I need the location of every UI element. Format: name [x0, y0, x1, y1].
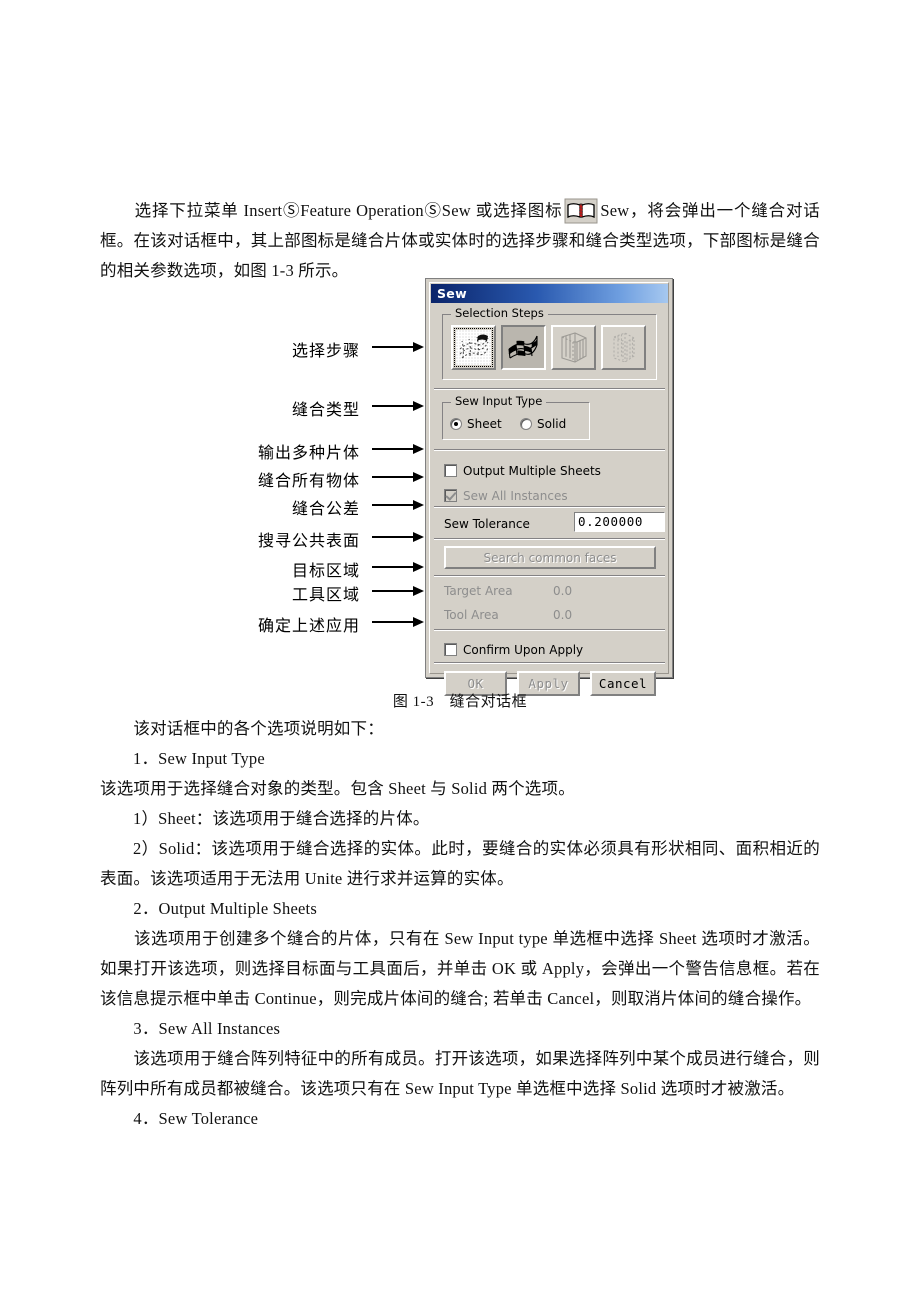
search-common-faces-button: Search common faces: [444, 546, 656, 569]
sew-tolerance-label: Sew Tolerance: [444, 517, 530, 531]
dialog-titlebar[interactable]: Sew: [431, 284, 668, 303]
annotation-label-selection-steps: 选择步骤: [291, 343, 360, 360]
annotation-arrow-confirm-upon-apply: [372, 617, 424, 628]
annotation-label-sew-all-instances: 缝合所有物体: [257, 473, 360, 490]
radio-sheet[interactable]: Sheet: [450, 417, 502, 431]
figure-caption: 图 1-3 缝合对话框: [392, 694, 528, 710]
radio-sheet-label: Sheet: [467, 417, 502, 431]
radio-sheet-indicator[interactable]: [450, 418, 462, 430]
paragraph-item-1-solid: 2）Solid：该选项用于缝合选择的实体。此时，要缝合的实体必须具有形状相同、面…: [100, 839, 820, 888]
confirm-upon-apply-label: Confirm Upon Apply: [463, 643, 584, 657]
paragraph-intro-before: 选择下拉菜单 InsertⓈFeature OperationⓈSew 或选择图…: [100, 201, 563, 220]
paragraph-item-2: 2．Output Multiple Sheets: [100, 899, 317, 918]
paragraph-item-3: 3．Sew All Instances: [100, 1019, 281, 1038]
paragraph-options-intro: 该对话框中的各个选项说明如下：: [100, 719, 384, 738]
dialog-title: Sew: [437, 286, 467, 301]
paragraph-item-4: 4．Sew Tolerance: [100, 1109, 259, 1128]
annotation-label-sew-input-type: 缝合类型: [291, 402, 360, 419]
dialog-body: Selection Steps Sew Input Type Sheet Sol…: [431, 305, 668, 696]
radio-solid-label: Solid: [537, 417, 567, 431]
annotation-arrow-selection-steps: [372, 342, 424, 353]
paragraph-item-2-desc: 该选项用于创建多个缝合的片体，只有在 Sew Input type 单选框中选择…: [100, 929, 820, 1008]
tool-area-label: Tool Area: [444, 608, 499, 622]
annotation-label-target-area: 目标区域: [291, 563, 360, 580]
output-multiple-sheets-checkbox[interactable]: [444, 464, 457, 477]
separator-1: [434, 388, 665, 390]
confirm-upon-apply-checkbox[interactable]: [444, 643, 457, 656]
step-target-sheet-icon: [453, 327, 494, 368]
sew-all-instances-label: Sew All Instances: [463, 489, 568, 503]
annotation-label-sew-tolerance: 缝合公差: [291, 501, 360, 518]
annotation-arrow-tool-area: [372, 586, 424, 597]
annotation-arrow-search-common-faces: [372, 532, 424, 543]
sew-book-icon: [564, 198, 598, 224]
step-tool-sheet-button[interactable]: [501, 325, 546, 370]
separator-2: [434, 449, 665, 451]
annotation-arrow-sew-tolerance: [372, 500, 424, 511]
sew-dialog-window[interactable]: Sew Selection Steps Sew Input Type Sheet…: [425, 278, 673, 696]
output-multiple-sheets-label: Output Multiple Sheets: [463, 464, 601, 478]
paragraph-item-1: 1．Sew Input Type: [133, 749, 265, 768]
step-tool-solid-button: [601, 325, 646, 370]
separator-7: [434, 662, 665, 664]
annotation-arrow-sew-input-type: [372, 401, 424, 412]
step-tool-sheet-icon: [503, 327, 544, 368]
sew-tolerance-input[interactable]: 0.200000: [574, 512, 665, 532]
annotation-label-tool-area: 工具区域: [291, 587, 360, 604]
separator-3: [434, 506, 665, 508]
document-page: 选择下拉菜单 InsertⓈFeature OperationⓈSew 或选择图…: [0, 0, 920, 1302]
tool-area-value: 0.0: [553, 608, 573, 622]
annotation-label-search-common-faces: 搜寻公共表面: [257, 533, 360, 550]
step-target-sheet-button[interactable]: [451, 325, 496, 370]
radio-solid-indicator[interactable]: [520, 418, 532, 430]
annotation-arrow-sew-all-instances: [372, 472, 424, 483]
confirm-upon-apply-row[interactable]: Confirm Upon Apply: [444, 639, 583, 658]
selection-steps-group-label: Selection Steps: [451, 307, 548, 319]
paragraph-item-3-desc: 该选项用于缝合阵列特征中的所有成员。打开该选项，如果选择阵列中某个成员进行缝合，…: [100, 1049, 820, 1098]
radio-solid[interactable]: Solid: [520, 417, 566, 431]
step-tool-solid-icon: [603, 327, 644, 368]
sew-all-instances-checkbox: [444, 489, 457, 502]
paragraph-item-1-sheet: 1）Sheet：该选项用于缝合选择的片体。: [133, 809, 430, 828]
target-area-label: Target Area: [444, 584, 513, 598]
step-target-solid-icon: [553, 327, 594, 368]
separator-6: [434, 629, 665, 631]
sew-all-instances-row: Sew All Instances: [444, 485, 568, 504]
step-target-solid-button: [551, 325, 596, 370]
target-area-value: 0.0: [553, 584, 573, 598]
annotation-arrow-target-area: [372, 562, 424, 573]
annotation-arrow-output-multiple-sheets: [372, 444, 424, 455]
separator-5: [434, 575, 665, 577]
paragraph-intro: 选择下拉菜单 InsertⓈFeature OperationⓈSew 或选择图…: [100, 196, 820, 286]
paragraph-item-1-desc: 该选项用于选择缝合对象的类型。包含 Sheet 与 Solid 两个选项。: [100, 779, 575, 798]
separator-4: [434, 538, 665, 540]
annotation-label-output-multiple-sheets: 输出多种片体: [257, 445, 360, 462]
sew-input-type-group-label: Sew Input Type: [451, 395, 547, 407]
annotation-label-confirm-upon-apply: 确定上述应用: [257, 618, 360, 635]
output-multiple-sheets-row[interactable]: Output Multiple Sheets: [444, 460, 601, 479]
